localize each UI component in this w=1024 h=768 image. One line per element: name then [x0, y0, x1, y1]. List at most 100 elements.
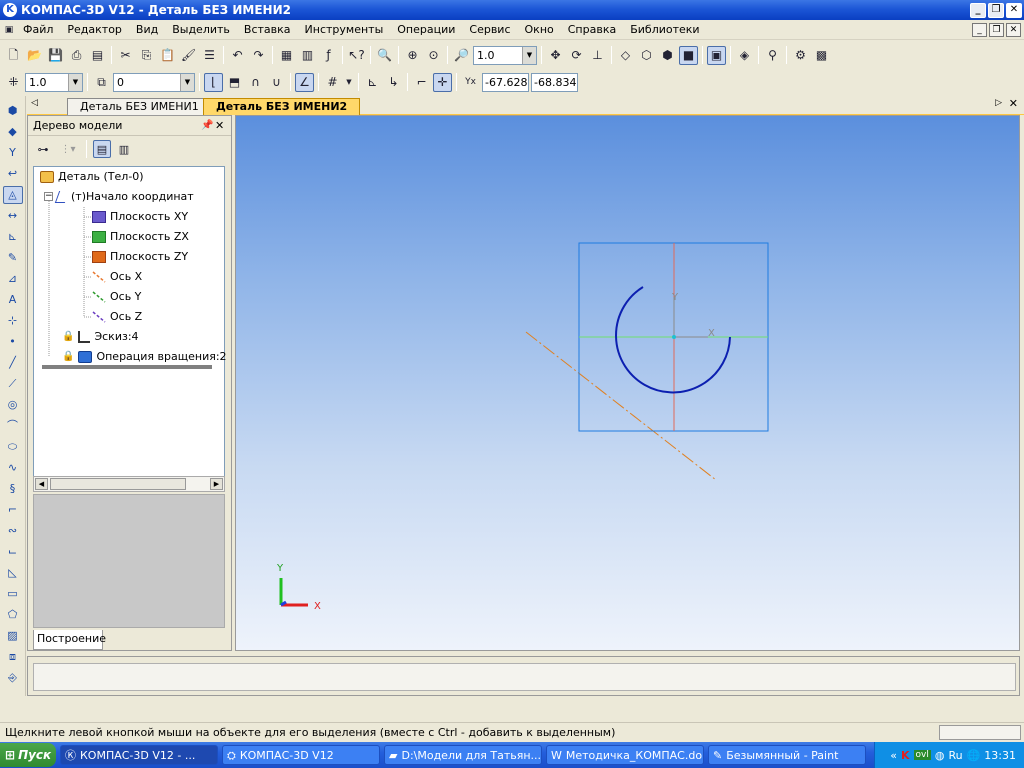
manager-icon[interactable]: ▦	[277, 46, 296, 65]
dimensions-icon[interactable]: ↔	[3, 207, 23, 225]
chevron-down-icon[interactable]: ▼	[68, 73, 82, 91]
menu-tools[interactable]: Инструменты	[298, 23, 391, 36]
tree-node-plane-xy[interactable]: Плоскость XY	[92, 210, 188, 223]
tree-node-origin[interactable]: − (т)Начало координат	[44, 190, 194, 203]
library-icon[interactable]: ▥	[298, 46, 317, 65]
menu-insert[interactable]: Вставка	[237, 23, 298, 36]
symbols-icon[interactable]: ⊾	[3, 228, 23, 246]
zoom-in-icon[interactable]: ⊕	[403, 46, 422, 65]
doc-restore-button[interactable]: ❐	[989, 22, 1004, 37]
polyline-icon[interactable]: ⌐	[3, 501, 23, 519]
pin-icon[interactable]: 📌	[201, 120, 215, 131]
model-viewport[interactable]: X Y Y X	[235, 115, 1020, 651]
tree-horizontal-scrollbar[interactable]: ◀ ▶	[33, 476, 225, 492]
list-icon[interactable]: ☰	[200, 46, 219, 65]
tab-document-1[interactable]: Деталь БЕЗ ИМЕНИ1	[67, 98, 212, 115]
cs-arrow-icon[interactable]: ↳	[384, 73, 403, 92]
equidistant-icon[interactable]: ⧈	[3, 648, 23, 666]
zoom-combo[interactable]: 1.0 ▼	[473, 45, 537, 65]
grid-icon[interactable]: #	[323, 73, 342, 92]
param-tools-icon[interactable]: ⊿	[3, 270, 23, 288]
close-icon[interactable]: ✕	[215, 119, 231, 132]
grid-step-icon[interactable]: ⁜	[4, 73, 23, 92]
paste-icon[interactable]: 📋	[158, 46, 177, 65]
extra-icon[interactable]: ▩	[812, 46, 831, 65]
cut-icon[interactable]: ✂	[116, 46, 135, 65]
minimize-button[interactable]: _	[970, 2, 986, 18]
fillet-icon[interactable]: ⌙	[3, 543, 23, 561]
tree-node-sketch[interactable]: 🔒 Эскиз:4	[62, 330, 139, 343]
project-icon[interactable]: ⎆	[3, 669, 23, 687]
edit-part-icon[interactable]: ⬢	[3, 102, 23, 120]
tree-node-axis-x[interactable]: Ось X	[92, 270, 142, 283]
chevron-down-icon[interactable]: ▼	[180, 73, 194, 91]
bezier-icon[interactable]: §	[3, 480, 23, 498]
menu-select[interactable]: Выделить	[165, 23, 237, 36]
tree-node-revolve[interactable]: 🔒 Операция вращения:2	[62, 350, 227, 363]
collapse-minus-icon[interactable]: −	[44, 192, 53, 201]
chevron-down-icon[interactable]: ▼	[522, 46, 536, 64]
perspective-icon[interactable]: ◈	[735, 46, 754, 65]
tab-close-icon[interactable]: ✕	[1009, 97, 1018, 110]
magnet-icon[interactable]: ∩	[246, 73, 265, 92]
tree-filter-icon[interactable]: ⋮▾	[56, 140, 80, 158]
tree-node-axis-y[interactable]: Ось Y	[92, 290, 141, 303]
sketch-mode-icon[interactable]: ⌊	[204, 72, 223, 92]
rotate-icon[interactable]: ⟳	[567, 46, 586, 65]
spline-icon[interactable]: ∿	[3, 459, 23, 477]
menu-service[interactable]: Сервис	[462, 23, 517, 36]
circle-icon[interactable]: ◎	[3, 396, 23, 414]
tab-construction[interactable]: Построение	[33, 630, 106, 650]
task-folder[interactable]: ▰ D:\Модели для Татьян...	[384, 745, 542, 765]
menu-operations[interactable]: Операции	[390, 23, 462, 36]
print-icon[interactable]: ⎙	[67, 46, 86, 65]
menu-view[interactable]: Вид	[129, 23, 165, 36]
document-menu-icon[interactable]: ▣	[2, 23, 16, 37]
help-pointer-icon[interactable]: ↖?	[347, 46, 366, 65]
pan-icon[interactable]: ✥	[546, 46, 565, 65]
close-button[interactable]: ✕	[1006, 2, 1022, 18]
measure-icon[interactable]: A	[3, 291, 23, 309]
wireframe-icon[interactable]: ◇	[616, 46, 635, 65]
maximize-button[interactable]: ❐	[988, 2, 1004, 18]
hatch-icon[interactable]: ▨	[3, 627, 23, 645]
task-kompas-second[interactable]: ⛭ КОМПАС-3D V12	[222, 745, 380, 765]
edit-tools-icon[interactable]: ✎	[3, 249, 23, 267]
tray-app-icon[interactable]: ovl	[913, 750, 931, 760]
tabs-left-arrow-icon[interactable]: ◁	[31, 98, 38, 108]
shaded-edges-icon[interactable]: ▣	[707, 45, 726, 65]
cursor-coords-icon[interactable]: ✛	[433, 72, 452, 92]
filter-tools-icon[interactable]: Y	[3, 144, 23, 162]
zoom-window-icon[interactable]: 🔍	[375, 46, 394, 65]
layer-combo[interactable]: 0 ▼	[113, 72, 195, 92]
hidden-lines-icon[interactable]: ⬡	[637, 46, 656, 65]
filter-icon[interactable]: ⚲	[763, 46, 782, 65]
point-icon[interactable]: •	[3, 333, 23, 351]
doc-close-button[interactable]: ✕	[1006, 22, 1021, 37]
scroll-right-icon[interactable]: ▶	[210, 478, 223, 490]
preview-icon[interactable]: ▤	[88, 46, 107, 65]
tree-node-plane-zx[interactable]: Плоскость ZX	[92, 230, 189, 243]
ortho-icon[interactable]: ∠	[295, 72, 314, 92]
round-icon[interactable]: ⌐	[412, 73, 431, 92]
copy-icon[interactable]: ⎘	[137, 46, 156, 65]
curves-icon[interactable]: ↩	[3, 165, 23, 183]
zoom-scale-icon[interactable]: 🔎	[452, 46, 471, 65]
rectangle-icon[interactable]: ▭	[3, 585, 23, 603]
tree-structure-icon[interactable]: ⊶	[34, 140, 52, 158]
segment-icon[interactable]: ╱	[3, 354, 23, 372]
tree-node-part[interactable]: Деталь (Тел-0)	[40, 170, 144, 183]
auxline-icon[interactable]: ⟋	[3, 375, 23, 393]
ellipse-icon[interactable]: ⬭	[3, 438, 23, 456]
menu-help[interactable]: Справка	[561, 23, 623, 36]
scroll-left-icon[interactable]: ◀	[35, 478, 48, 490]
thin-hidden-icon[interactable]: ⬢	[658, 46, 677, 65]
viewport-canvas[interactable]: X Y Y X	[236, 116, 1021, 652]
tree-node-plane-zy[interactable]: Плоскость ZY	[92, 250, 188, 263]
chevron-down-icon[interactable]: ▼	[344, 73, 354, 92]
select-tools-icon[interactable]: ⊹	[3, 312, 23, 330]
polygon-icon[interactable]: ⬠	[3, 606, 23, 624]
properties-brush-icon[interactable]: 🖌	[179, 46, 198, 65]
library-manager-icon[interactable]: ⚙	[791, 46, 810, 65]
open-icon[interactable]: 📂	[25, 46, 44, 65]
